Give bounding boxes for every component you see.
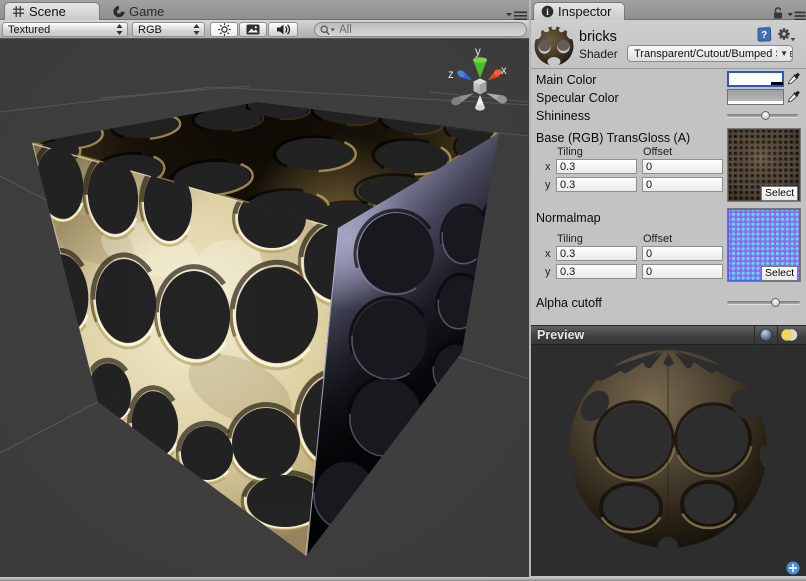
svg-text:y: y (475, 46, 481, 58)
svg-text:?: ? (761, 30, 767, 41)
svg-text:z: z (448, 69, 454, 81)
svg-text:x: x (501, 65, 507, 77)
